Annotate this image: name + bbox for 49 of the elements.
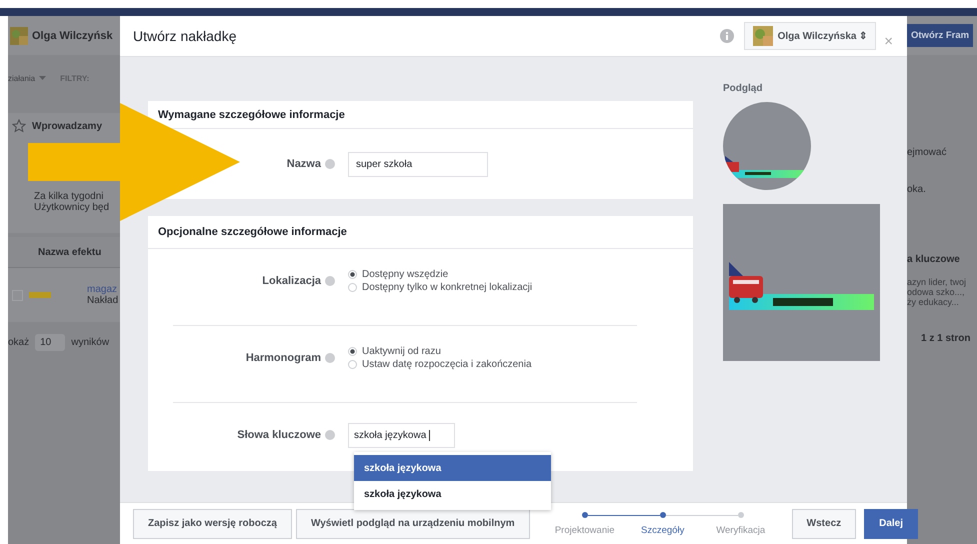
section-title: Wymagane szczegółowe informacje xyxy=(158,108,345,120)
info-icon[interactable] xyxy=(325,276,335,286)
dialog-title: Utwórz nakładkę xyxy=(133,28,238,44)
radio-option[interactable]: Dostępny tylko w konkretnej lokalizacji xyxy=(348,282,532,293)
effect-owner: Nakład xyxy=(87,295,118,306)
avatar-icon xyxy=(10,26,28,44)
star-icon xyxy=(12,119,26,133)
notice-text: oka. xyxy=(907,184,927,195)
preview-title: Podgląd xyxy=(723,83,762,94)
section-title: Opcjonalne szczegółowe informacje xyxy=(158,226,347,238)
info-icon[interactable] xyxy=(325,159,335,169)
suggestion-item[interactable]: szkoła językowa xyxy=(354,481,551,507)
notice-text: Użytkownicy będ xyxy=(34,202,110,213)
name-field[interactable]: super szkoła xyxy=(348,152,488,176)
page-size-select[interactable]: 10 xyxy=(35,334,66,351)
field-label: Nazwa xyxy=(286,158,321,170)
info-icon[interactable] xyxy=(325,430,335,440)
keywords-field[interactable]: szkoła językowa xyxy=(348,423,455,448)
profile-name: Olga Wilczyńsk xyxy=(32,30,113,42)
field-label: Harmonogram xyxy=(246,352,321,364)
results-label: wyników xyxy=(71,337,110,348)
field-label: Słowa kluczowe xyxy=(237,429,321,441)
column-header: a kluczowe xyxy=(907,254,960,264)
show-label: okaż xyxy=(8,337,30,348)
pagination-text: 1 z 1 stron xyxy=(921,333,970,344)
column-header: Nazwa efektu xyxy=(38,246,102,258)
radio-option[interactable]: Dostępny wszędzie xyxy=(348,269,532,280)
account-selector[interactable]: Olga Wilczyńska ⇕ xyxy=(744,22,876,50)
notice-text: Za kilka tygodni xyxy=(34,191,104,202)
thumbnail-icon xyxy=(29,292,51,298)
save-draft-button[interactable]: Zapisz jako wersję roboczą xyxy=(133,508,292,538)
back-button[interactable]: Wstecz xyxy=(792,508,856,538)
open-frame-button[interactable]: Otwórz Fram xyxy=(907,24,974,47)
mobile-preview-button[interactable]: Wyświetl podgląd na urządzeniu mobilnym xyxy=(296,508,530,538)
notice-text: ejmować xyxy=(907,147,946,158)
radio-option[interactable]: Ustaw datę rozpoczęcia i zakończenia xyxy=(348,359,532,370)
suggestion-item[interactable]: szkoła językowa xyxy=(354,455,551,481)
table-cell: azyn lider, twoj xyxy=(907,277,966,287)
field-label: Lokalizacja xyxy=(262,275,321,287)
next-button[interactable]: Dalej xyxy=(864,508,918,538)
avatar-icon xyxy=(752,26,773,46)
caret-icon xyxy=(39,76,46,80)
step-label[interactable]: Szczegóły xyxy=(641,525,684,536)
table-cell-text: odowa szko..., xyxy=(907,287,966,297)
notice-title: Wprowadzamy xyxy=(32,120,102,132)
table-cell-text: ży edukacy... xyxy=(907,297,960,307)
radio-option[interactable]: Uaktywnij od razu xyxy=(348,346,532,357)
info-icon[interactable] xyxy=(720,29,734,43)
info-icon[interactable] xyxy=(325,353,335,363)
